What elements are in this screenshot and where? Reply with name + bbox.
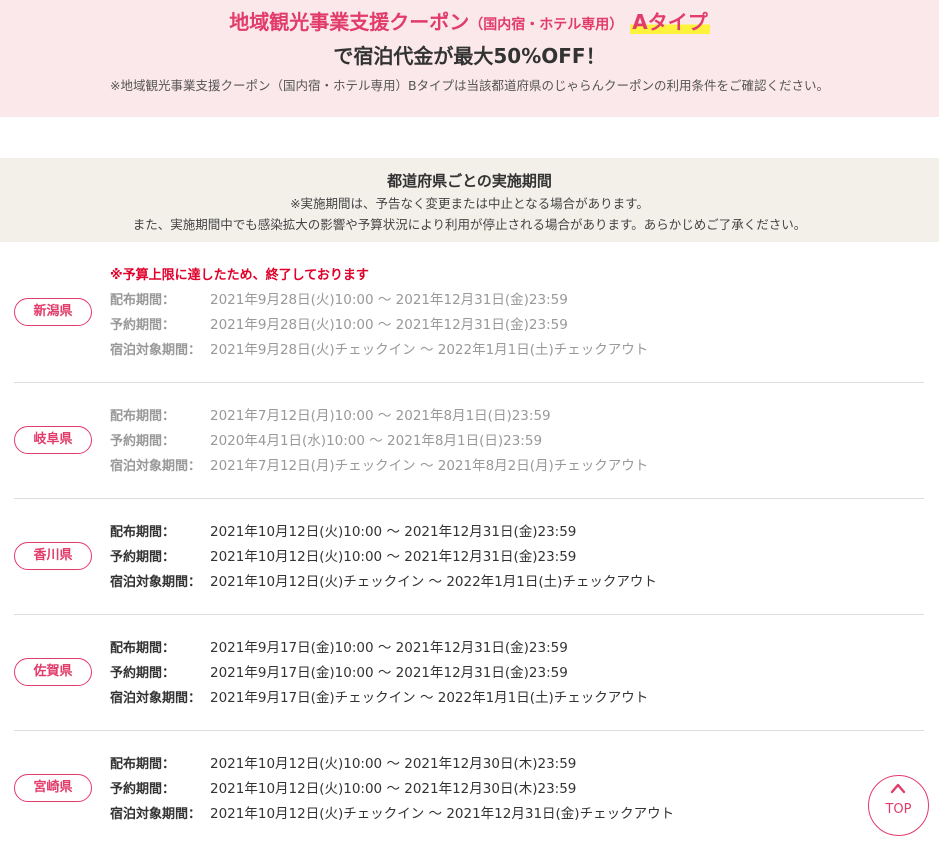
hero-subtitle: で宿泊代金が最大50%OFF！ <box>333 44 606 68</box>
stay-period: 宿泊対象期間： 2021年7月12日(月)チェックイン 〜 2021年8月2日(月… <box>110 454 648 479</box>
reservation-label: 予約期間： <box>110 782 176 797</box>
distribution-period: 配布期間： 2021年9月17日(金)10:00 〜 2021年12月31日(金)… <box>110 636 648 661</box>
stay-period: 宿泊対象期間： 2021年9月28日(火)チェックイン 〜 2022年1月1日(土… <box>110 338 648 363</box>
reservation-label: 予約期間： <box>110 318 176 333</box>
stay-label: 宿泊対象期間： <box>110 343 202 358</box>
ended-notice: ※予算上限に達したため、終了しております <box>110 268 369 283</box>
stay-label: 宿泊対象期間： <box>110 575 202 590</box>
period-rows: 配布期間： 2021年10月12日(火)10:00 〜 2021年12月30日(木… <box>110 752 674 827</box>
prefecture-badge: 佐賀県 <box>14 658 92 686</box>
distribution-label: 配布期間： <box>110 641 176 656</box>
prefecture-row-kagawa: 香川県 配布期間： 2021年10月12日(火)10:00 〜 2021年12月3… <box>14 498 924 615</box>
hero-note: ※地域観光事業支援クーポン（国内宿・ホテル専用）Bタイプは当該都道府県のじゃらん… <box>109 78 830 93</box>
distribution-value: 2021年10月12日(火)10:00 〜 2021年12月30日(木)23:5… <box>210 756 577 772</box>
coupon-hero-banner: 地域観光事業支援クーポン（国内宿・ホテル専用） Aタイプ で宿泊代金が最大50%… <box>0 0 939 117</box>
stay-value: 2021年10月12日(火)チェックイン 〜 2022年1月1日(土)チェックア… <box>210 574 657 590</box>
prefecture-badge: 岐阜県 <box>14 426 92 454</box>
period-rows: 配布期間： 2021年10月12日(火)10:00 〜 2021年12月31日(金… <box>110 520 657 595</box>
chevron-up-icon <box>890 783 906 794</box>
stay-label: 宿泊対象期間： <box>110 691 202 706</box>
period-section-header: 都道府県ごとの実施期間 ※実施期間は、予告なく変更または中止となる場合があります… <box>0 158 939 242</box>
prefecture-badge: 新潟県 <box>14 298 92 326</box>
period-section-title: 都道府県ごとの実施期間 <box>387 172 552 190</box>
reservation-period: 予約期間： 2020年4月1日(水)10:00 〜 2021年8月1日(日)23:… <box>110 429 648 454</box>
period-rows: 配布期間： 2021年7月12日(月)10:00 〜 2021年8月1日(日)23… <box>110 404 648 479</box>
reservation-period: 予約期間： 2021年10月12日(火)10:00 〜 2021年12月31日(金… <box>110 545 657 570</box>
back-to-top-label: TOP <box>885 802 912 817</box>
distribution-value: 2021年9月17日(金)10:00 〜 2021年12月31日(金)23:59 <box>210 640 568 656</box>
stay-label: 宿泊対象期間： <box>110 459 202 474</box>
reservation-value: 2021年10月12日(火)10:00 〜 2021年12月30日(木)23:5… <box>210 781 577 797</box>
distribution-period: 配布期間： 2021年9月28日(火)10:00 〜 2021年12月31日(金)… <box>110 288 648 313</box>
stay-period: 宿泊対象期間： 2021年10月12日(火)チェックイン 〜 2021年12月31… <box>110 802 674 827</box>
prefecture-badge: 宮崎県 <box>14 774 92 802</box>
distribution-period: 配布期間： 2021年10月12日(火)10:00 〜 2021年12月30日(木… <box>110 752 674 777</box>
hero-title-paren: （国内宿・ホテル専用） <box>469 17 624 33</box>
reservation-period: 予約期間： 2021年9月28日(火)10:00 〜 2021年12月31日(金)… <box>110 313 648 338</box>
stay-period: 宿泊対象期間： 2021年10月12日(火)チェックイン 〜 2022年1月1日(… <box>110 570 657 595</box>
prefecture-row-gifu: 岐阜県 配布期間： 2021年7月12日(月)10:00 〜 2021年8月1日(… <box>14 382 924 499</box>
distribution-label: 配布期間： <box>110 409 176 424</box>
prefecture-row-miyazaki: 宮崎県 配布期間： 2021年10月12日(火)10:00 〜 2021年12月3… <box>14 730 924 844</box>
hero-title-main: 地域観光事業支援クーポン <box>229 10 470 34</box>
reservation-value: 2021年9月17日(金)10:00 〜 2021年12月31日(金)23:59 <box>210 665 568 681</box>
stay-value: 2021年9月28日(火)チェックイン 〜 2022年1月1日(土)チェックアウ… <box>210 342 649 358</box>
period-rows: ※予算上限に達したため、終了しております 配布期間： 2021年9月28日(火)1… <box>110 263 648 363</box>
distribution-label: 配布期間： <box>110 293 176 308</box>
reservation-label: 予約期間： <box>110 666 176 681</box>
prefecture-badge: 香川県 <box>14 542 92 570</box>
distribution-period: 配布期間： 2021年7月12日(月)10:00 〜 2021年8月1日(日)23… <box>110 404 648 429</box>
period-section-note-2: また、実施期間中でも感染拡大の影響や予算状況により利用が停止される場合があります… <box>132 217 807 232</box>
prefecture-row-saga: 佐賀県 配布期間： 2021年9月17日(金)10:00 〜 2021年12月31… <box>14 614 924 731</box>
prefecture-row-niigata: 新潟県 ※予算上限に達したため、終了しております 配布期間： 2021年9月28日… <box>14 263 924 383</box>
reservation-label: 予約期間： <box>110 434 176 449</box>
reservation-period: 予約期間： 2021年10月12日(火)10:00 〜 2021年12月30日(木… <box>110 777 674 802</box>
distribution-label: 配布期間： <box>110 525 176 540</box>
stay-value: 2021年7月12日(月)チェックイン 〜 2021年8月2日(月)チェックアウ… <box>210 458 649 474</box>
distribution-value: 2021年9月28日(火)10:00 〜 2021年12月31日(金)23:59 <box>210 292 568 308</box>
period-rows: 配布期間： 2021年9月17日(金)10:00 〜 2021年12月31日(金)… <box>110 636 648 711</box>
stay-value: 2021年9月17日(金)チェックイン 〜 2022年1月1日(土)チェックアウ… <box>210 690 649 706</box>
distribution-value: 2021年7月12日(月)10:00 〜 2021年8月1日(日)23:59 <box>210 408 551 424</box>
hero-title: 地域観光事業支援クーポン（国内宿・ホテル専用） Aタイプ <box>0 8 939 39</box>
reservation-value: 2021年10月12日(火)10:00 〜 2021年12月31日(金)23:5… <box>210 549 577 565</box>
reservation-period: 予約期間： 2021年9月17日(金)10:00 〜 2021年12月31日(金)… <box>110 661 648 686</box>
reservation-value: 2020年4月1日(水)10:00 〜 2021年8月1日(日)23:59 <box>210 433 543 449</box>
distribution-label: 配布期間： <box>110 757 176 772</box>
period-section-note-1: ※実施期間は、予告なく変更または中止となる場合があります。 <box>290 196 649 211</box>
distribution-value: 2021年10月12日(火)10:00 〜 2021年12月31日(金)23:5… <box>210 524 577 540</box>
reservation-label: 予約期間： <box>110 550 176 565</box>
distribution-period: 配布期間： 2021年10月12日(火)10:00 〜 2021年12月31日(金… <box>110 520 657 545</box>
stay-period: 宿泊対象期間： 2021年9月17日(金)チェックイン 〜 2022年1月1日(土… <box>110 686 648 711</box>
reservation-value: 2021年9月28日(火)10:00 〜 2021年12月31日(金)23:59 <box>210 317 568 333</box>
hero-title-type: Aタイプ <box>630 10 710 34</box>
stay-value: 2021年10月12日(火)チェックイン 〜 2021年12月31日(金)チェッ… <box>210 806 675 822</box>
back-to-top-button[interactable]: TOP <box>868 775 929 836</box>
stay-label: 宿泊対象期間： <box>110 807 202 822</box>
